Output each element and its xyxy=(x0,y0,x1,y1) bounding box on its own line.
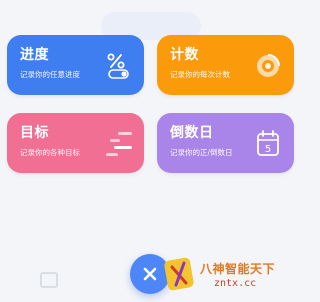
card-progress[interactable]: 进度 记录你的任意进度 xyxy=(7,35,144,95)
card-countdown[interactable]: 倒数日 记录你的正/倒数日 5 xyxy=(157,113,294,173)
watermark: 八神智能天下 zntx.cc xyxy=(160,253,300,297)
card-progress-title: 进度 xyxy=(20,47,49,63)
card-target-title: 目标 xyxy=(20,125,49,141)
calendar-icon: 5 xyxy=(257,130,279,156)
target-bars-icon xyxy=(106,132,132,156)
card-progress-subtitle: 记录你的任意进度 xyxy=(20,70,80,79)
calendar-day-number: 5 xyxy=(265,144,271,155)
card-target[interactable]: 目标 记录你的各种目标 xyxy=(7,113,144,173)
card-countdown-subtitle: 记录你的正/倒数日 xyxy=(170,148,233,157)
card-count-subtitle: 记录你的每次计数 xyxy=(170,70,230,79)
close-icon xyxy=(143,267,157,281)
counter-dial-icon xyxy=(257,54,280,77)
percent-toggle-icon xyxy=(107,53,129,79)
card-count-title: 计数 xyxy=(170,47,199,63)
card-countdown-title: 倒数日 xyxy=(170,125,214,141)
watermark-name: 八神智能天下 xyxy=(200,262,276,276)
card-count[interactable]: 计数 记录你的每次计数 xyxy=(157,35,294,95)
watermark-url: zntx.cc xyxy=(214,278,257,289)
bottom-nav-icon[interactable] xyxy=(40,272,58,288)
card-target-subtitle: 记录你的各种目标 xyxy=(20,148,80,157)
watermark-logo-icon xyxy=(164,257,194,291)
